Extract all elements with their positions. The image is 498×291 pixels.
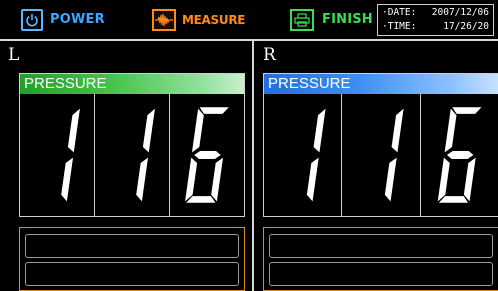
segment-g — [446, 151, 474, 159]
message-box-right — [263, 227, 498, 291]
message-row-right-2 — [269, 262, 493, 286]
left-panel: L PRESSURE — [0, 43, 246, 291]
top-toolbar: POWER MEASURE FINISH ·DATE: 2007/12/06 ·… — [0, 0, 498, 41]
segment-b — [391, 108, 404, 153]
segment-b — [67, 108, 80, 153]
message-row-left-2 — [25, 262, 239, 286]
message-box-left — [19, 227, 245, 291]
segment-d — [438, 196, 468, 203]
segment-e — [437, 157, 450, 202]
seven-segment-digit — [136, 108, 155, 202]
segment-d — [186, 196, 216, 203]
panel-divider — [252, 41, 254, 291]
digit-left-2 — [95, 94, 170, 216]
time-value: 17/26/20 — [443, 21, 489, 32]
segment-a — [199, 107, 229, 114]
segment-b — [142, 108, 155, 153]
datetime-box: ·DATE: 2007/12/06 ·TIME: 17/26/20 — [377, 4, 494, 36]
digit-left-1 — [20, 94, 95, 216]
segment-f — [191, 108, 204, 153]
right-panel: R PRESSURE — [257, 43, 498, 291]
side-label-left: L — [8, 45, 20, 65]
digit-group-right — [264, 94, 498, 216]
date-row: ·DATE: 2007/12/06 — [382, 7, 489, 20]
measure-button[interactable]: MEASURE — [152, 0, 245, 39]
finish-button[interactable]: FINISH — [290, 0, 373, 39]
measure-label: MEASURE — [182, 12, 246, 27]
time-row: ·TIME: 17/26/20 — [382, 21, 489, 34]
segment-g — [194, 151, 221, 159]
digit-right-3 — [421, 94, 498, 216]
digit-left-3 — [170, 94, 244, 216]
segment-e — [185, 157, 198, 202]
pressure-header-right: PRESSURE — [264, 74, 498, 94]
segment-c — [463, 157, 476, 202]
side-label-right: R — [263, 45, 276, 65]
date-value: 2007/12/06 — [431, 7, 489, 18]
segment-b — [313, 108, 326, 153]
printer-icon — [290, 8, 314, 31]
waveform-icon — [152, 8, 176, 31]
segment-c — [61, 157, 74, 202]
power-button[interactable]: POWER — [21, 0, 105, 39]
message-row-right-1 — [269, 234, 493, 258]
segment-f — [444, 108, 457, 153]
digit-right-2 — [342, 94, 421, 216]
pressure-display-right: PRESSURE — [263, 73, 498, 217]
pressure-header-left: PRESSURE — [20, 74, 244, 94]
segment-c — [211, 157, 224, 202]
digit-group-left — [20, 94, 244, 216]
power-icon — [21, 8, 43, 31]
message-row-left-1 — [25, 234, 239, 258]
segment-a — [451, 107, 482, 114]
segment-c — [385, 157, 398, 202]
seven-segment-digit — [437, 107, 482, 203]
time-label: ·TIME: — [382, 21, 417, 32]
segment-c — [136, 157, 149, 202]
seven-segment-digit — [61, 108, 80, 202]
seven-segment-digit — [306, 108, 326, 202]
seven-segment-digit — [385, 108, 404, 202]
date-label: ·DATE: — [382, 7, 417, 18]
power-label: POWER — [50, 12, 105, 27]
segment-c — [306, 157, 319, 202]
pressure-display-left: PRESSURE — [19, 73, 245, 217]
seven-segment-digit — [185, 107, 229, 203]
finish-label: FINISH — [322, 12, 373, 27]
digit-right-1 — [264, 94, 343, 216]
